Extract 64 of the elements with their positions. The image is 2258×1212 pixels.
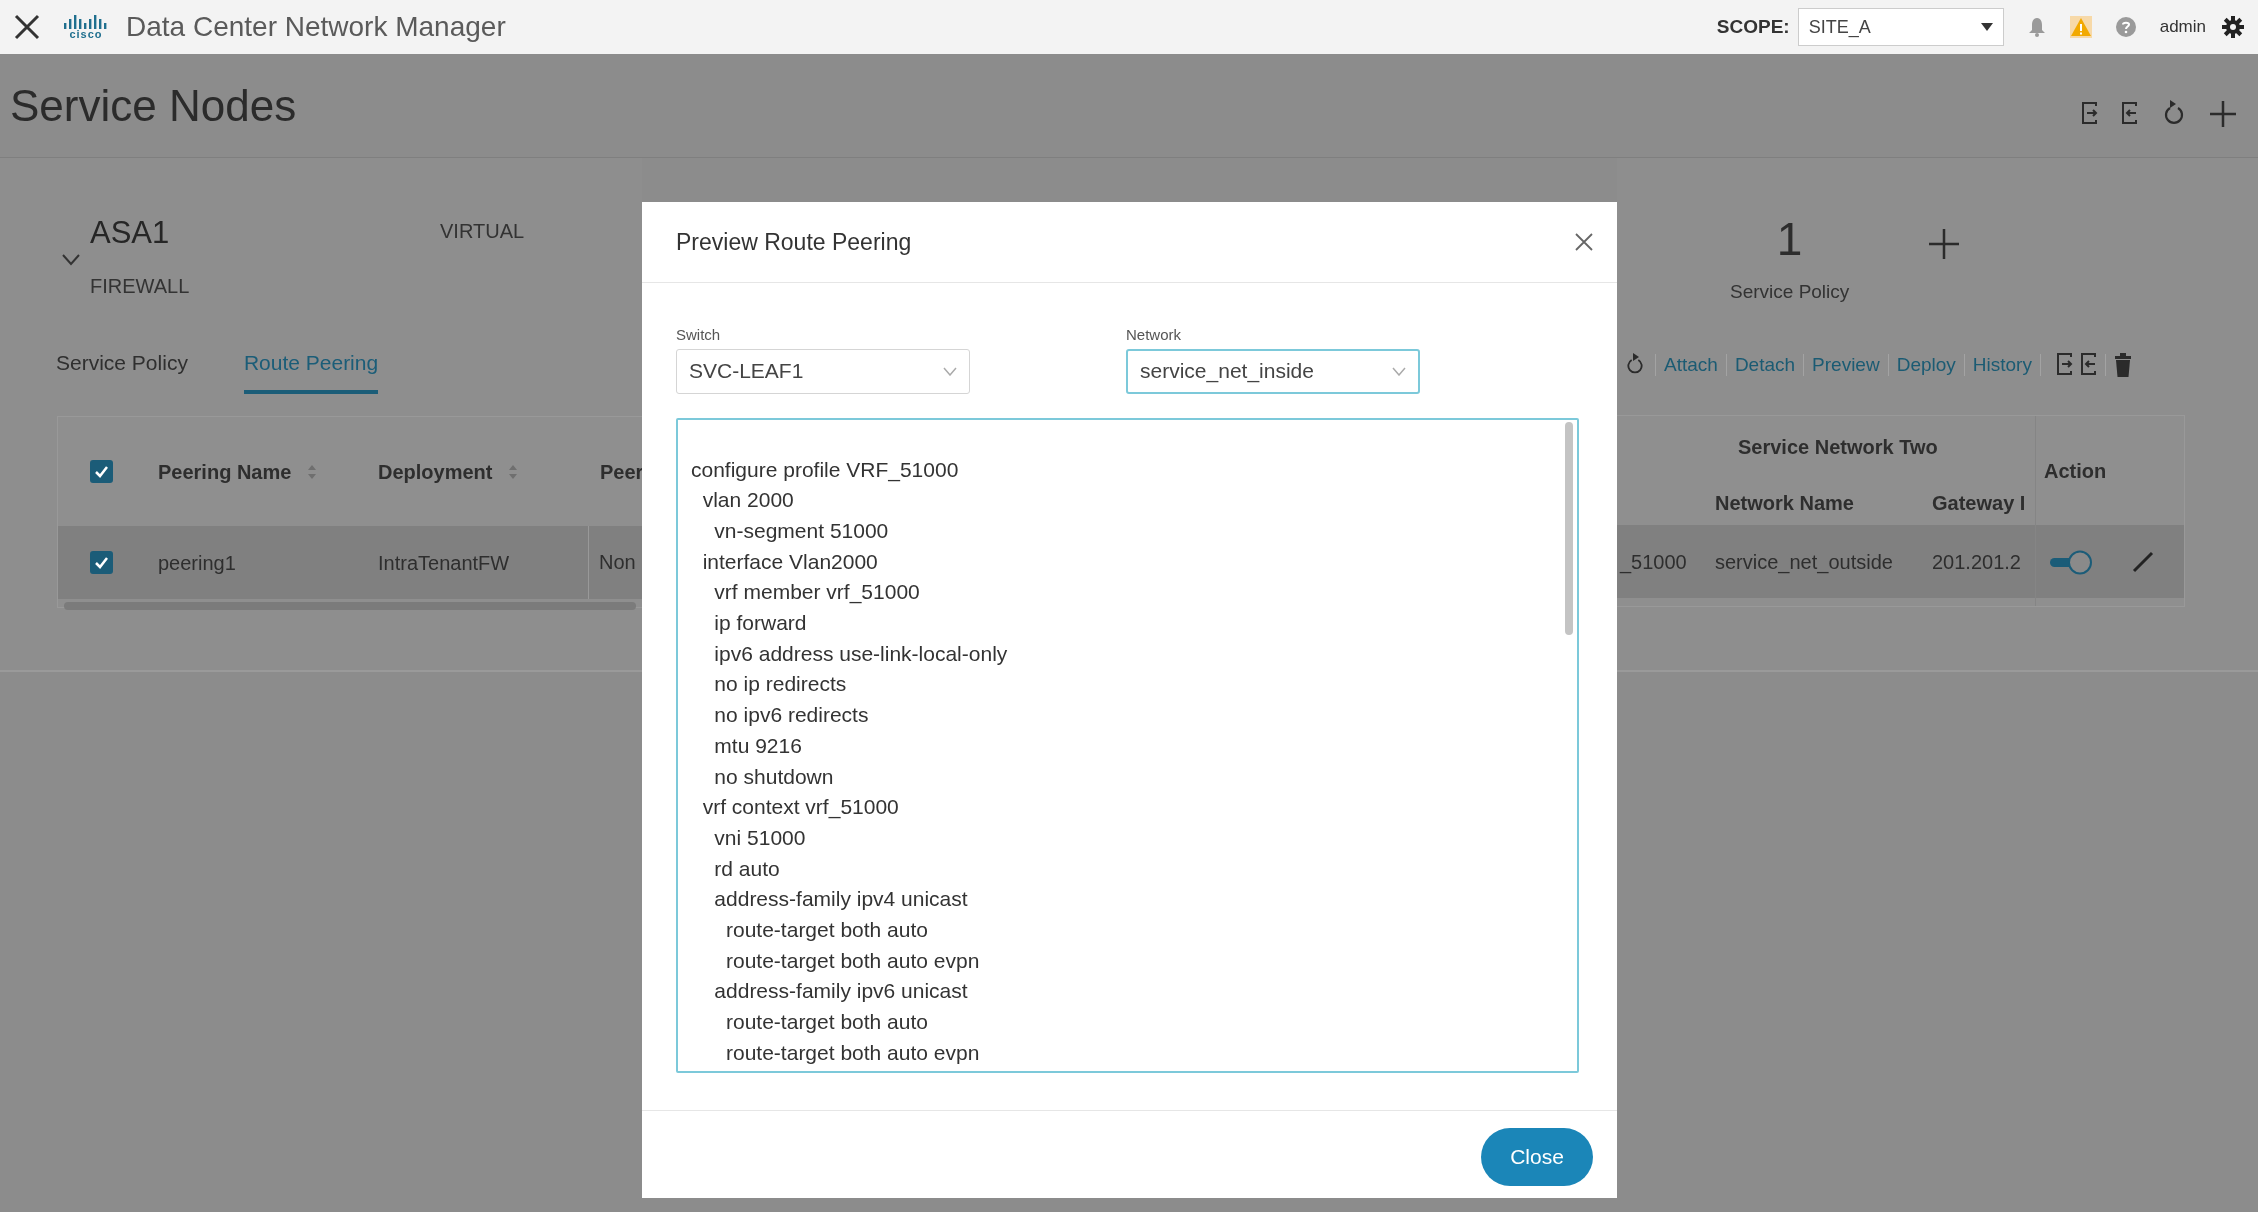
config-textarea[interactable]: configure profile VRF_51000 vlan 2000 vn-segment 51000 interface Vlan2000 vrf member vrf_51000 ip forward ipv6 address use-link-local-only no ip redirects no ipv6 redirects mtu 9216 no shutdown vrf context vrf_51000 vni 51000 rd auto address-family ipv4 unicast route-target both auto route-target both auto evpn address-family ipv6 unicast route-target both auto route-target both auto evpn xyxy=(676,417,1579,1073)
modal-title: Preview Route Peering xyxy=(676,227,912,257)
column-header: Action xyxy=(2044,458,2107,484)
table-cell-text: 201.201.2 xyxy=(1932,549,2022,575)
table-row[interactable]: _51000 service_net_outside 201.201.2 xyxy=(1617,525,2035,598)
node-name: ASA1 xyxy=(90,214,171,252)
add-icon[interactable] xyxy=(1929,229,1960,260)
import-icon[interactable] xyxy=(2080,352,2097,377)
horizontal-scrollbar[interactable] xyxy=(64,602,636,610)
page-title: Service Nodes xyxy=(10,79,297,132)
table-cell-text: IntraTenantFW xyxy=(378,550,511,576)
row-checkbox[interactable] xyxy=(90,551,113,574)
field-label: Switch xyxy=(676,325,722,345)
export-icon[interactable] xyxy=(2056,352,2073,377)
close-button[interactable]: Close xyxy=(1481,1128,1593,1186)
chevron-icon xyxy=(943,366,957,376)
logo-text: cisco xyxy=(69,29,103,40)
column-header[interactable]: Network Name xyxy=(1715,488,1932,518)
select-all-checkbox[interactable] xyxy=(90,460,113,483)
scope-label: SCOPE: xyxy=(1716,14,1790,39)
action-link[interactable]: Deploy xyxy=(1896,350,1956,379)
app-title: Data Center Network Manager xyxy=(126,10,506,44)
vertical-scrollbar[interactable] xyxy=(1565,421,1573,635)
close-icon[interactable] xyxy=(1575,233,1593,251)
policy-count-label: Service Policy xyxy=(1730,280,1850,304)
column-group-header: Service Network Two xyxy=(1738,435,1939,460)
bell-icon[interactable] xyxy=(2027,17,2046,37)
edit-icon[interactable] xyxy=(2132,550,2154,573)
action-link[interactable]: Preview xyxy=(1812,350,1880,379)
settings-icon[interactable] xyxy=(2222,16,2244,38)
delete-icon[interactable] xyxy=(2113,352,2132,377)
action-link[interactable]: History xyxy=(1972,350,2032,379)
table-row[interactable]: peering1 IntraTenantFW Non xyxy=(58,526,642,599)
column-header[interactable]: Peering Name xyxy=(158,456,318,487)
node-form-factor: VIRTUAL xyxy=(440,219,525,244)
sort-icon xyxy=(508,463,519,480)
toggle-switch[interactable] xyxy=(2050,548,2094,575)
chevron-icon[interactable] xyxy=(62,254,80,266)
table-cell-text: service_net_outside xyxy=(1715,549,1894,576)
chevron-icon xyxy=(1392,366,1406,376)
user-name[interactable]: admin xyxy=(2159,14,2206,40)
policy-count: 1 xyxy=(1776,216,1803,262)
sort-icon xyxy=(307,463,318,480)
column-header[interactable]: Peer xyxy=(600,456,644,487)
column-header[interactable]: Deployment xyxy=(378,456,519,487)
export-icon[interactable] xyxy=(2082,101,2098,126)
switch-select[interactable]: SVC-LEAF1 xyxy=(676,348,970,394)
action-link[interactable]: Attach xyxy=(1664,350,1718,379)
table-cell-text: peering1 xyxy=(158,550,237,576)
column-header[interactable]: Gateway I xyxy=(1932,488,2035,518)
tab[interactable]: Service Policy xyxy=(56,346,188,394)
add-icon[interactable] xyxy=(2210,100,2236,127)
scope-select[interactable]: SITE_A xyxy=(1797,8,2004,46)
action-link[interactable]: Detach xyxy=(1734,350,1796,379)
import-icon[interactable] xyxy=(2122,101,2138,126)
network-select[interactable]: service_net_inside xyxy=(1126,348,1420,394)
table-cell-text: _51000 xyxy=(1618,549,1688,576)
caret-icon xyxy=(1980,23,1993,31)
help-icon[interactable] xyxy=(2115,17,2136,37)
logo-bars-icon xyxy=(64,14,108,29)
close-icon[interactable] xyxy=(14,14,40,40)
tab[interactable]: Route Peering xyxy=(243,346,379,394)
node-type: FIREWALL xyxy=(90,273,191,299)
field-label: Network xyxy=(1126,325,1182,345)
